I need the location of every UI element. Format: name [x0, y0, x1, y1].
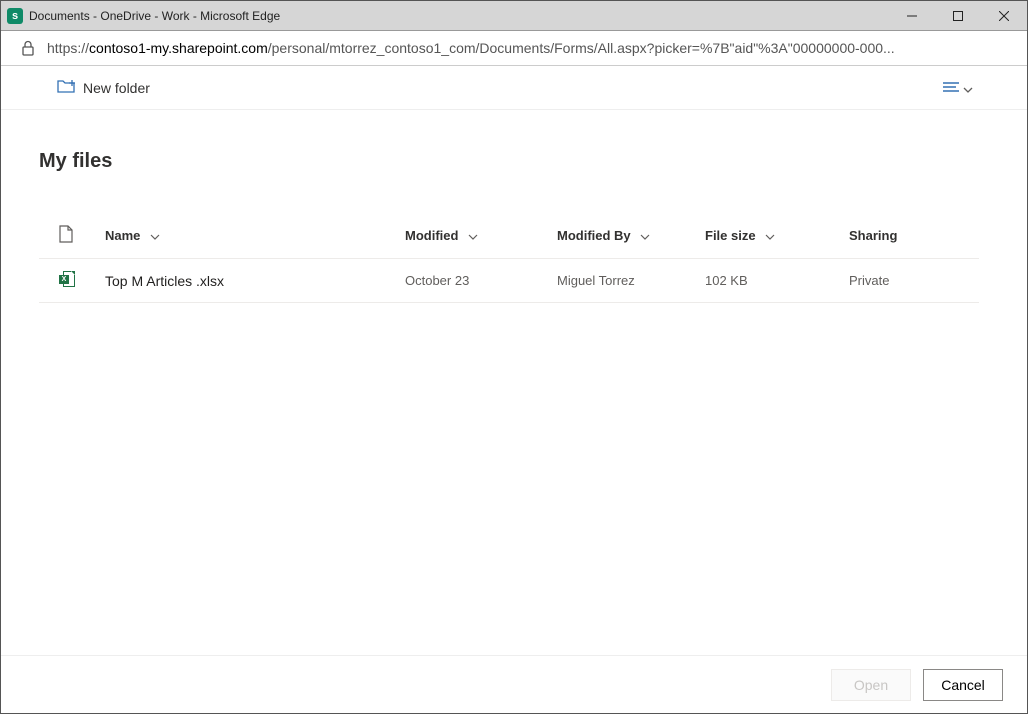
url-path: /personal/mtorrez_contoso1_com/Documents…	[268, 40, 895, 56]
window-title: Documents - OneDrive - Work - Microsoft …	[29, 9, 889, 23]
url-host: contoso1-my.sharepoint.com	[89, 40, 268, 56]
url-prefix: https://	[47, 40, 89, 56]
maximize-button[interactable]	[935, 1, 981, 31]
column-header-file-size[interactable]: File size	[697, 213, 841, 259]
file-table: Name Modified Modified By	[39, 213, 979, 303]
chevron-down-icon	[468, 228, 478, 243]
command-toolbar: New folder	[1, 66, 1027, 110]
column-header-modified[interactable]: Modified	[397, 213, 549, 259]
chevron-down-icon	[765, 228, 775, 243]
view-options-button[interactable]	[937, 74, 979, 102]
url-text[interactable]: https://contoso1-my.sharepoint.com/perso…	[47, 40, 1007, 56]
document-icon	[59, 231, 73, 246]
close-button[interactable]	[981, 1, 1027, 31]
column-header-modified-by-label: Modified By	[557, 228, 631, 243]
column-header-sharing-label: Sharing	[849, 228, 897, 243]
dialog-footer: Open Cancel	[1, 655, 1027, 713]
chevron-down-icon	[150, 228, 160, 243]
new-folder-button[interactable]: New folder	[49, 72, 158, 103]
file-size-cell: 102 KB	[697, 259, 841, 303]
view-list-icon	[943, 80, 959, 96]
column-header-modified-label: Modified	[405, 228, 458, 243]
new-folder-label: New folder	[83, 80, 150, 96]
column-header-icon	[39, 213, 97, 259]
column-header-sharing[interactable]: Sharing	[841, 213, 979, 259]
file-modified-by-cell: Miguel Torrez	[549, 259, 697, 303]
page-title: My files	[39, 150, 989, 173]
cancel-button[interactable]: Cancel	[923, 669, 1003, 701]
chevron-down-icon	[640, 228, 650, 243]
file-icon-cell: X	[39, 259, 97, 303]
table-row[interactable]: X Top M Articles .xlsx October 23 Miguel…	[39, 259, 979, 303]
minimize-button[interactable]	[889, 1, 935, 31]
sharepoint-icon: s	[7, 8, 23, 24]
address-bar: https://contoso1-my.sharepoint.com/perso…	[1, 31, 1027, 66]
column-header-modified-by[interactable]: Modified By	[549, 213, 697, 259]
lock-icon	[21, 40, 35, 56]
column-header-name-label: Name	[105, 228, 140, 243]
page-body[interactable]: My files Name Mod	[1, 110, 1027, 655]
file-name-cell[interactable]: Top M Articles .xlsx	[97, 259, 397, 303]
column-header-file-size-label: File size	[705, 228, 756, 243]
table-header-row: Name Modified Modified By	[39, 213, 979, 259]
window-titlebar: s Documents - OneDrive - Work - Microsof…	[1, 1, 1027, 31]
new-folder-icon	[57, 78, 75, 97]
excel-icon: X	[59, 271, 75, 287]
file-sharing-cell: Private	[841, 259, 979, 303]
column-header-name[interactable]: Name	[97, 213, 397, 259]
open-button[interactable]: Open	[831, 669, 911, 701]
chevron-down-icon	[963, 80, 973, 96]
file-modified-cell: October 23	[397, 259, 549, 303]
